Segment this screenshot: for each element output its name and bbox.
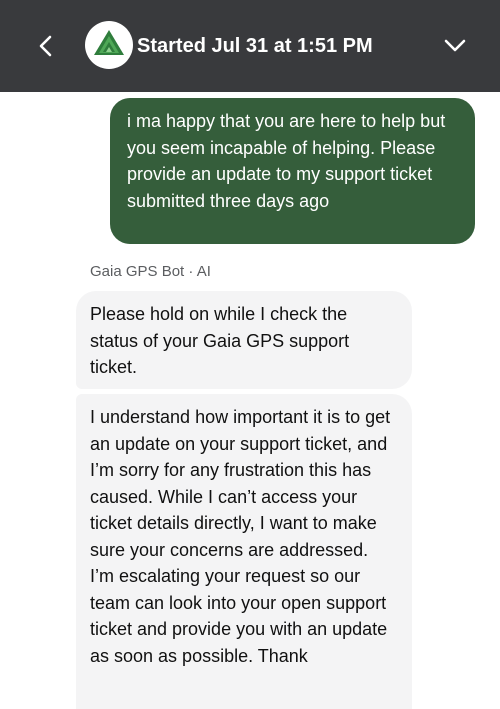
chat-header: Started Jul 31 at 1:51 PM [0, 0, 500, 92]
chevron-left-icon [39, 35, 52, 57]
gaia-gps-logo-icon [85, 21, 133, 69]
collapse-button[interactable] [438, 28, 472, 64]
chevron-down-icon [444, 39, 466, 52]
message-list[interactable]: i ma happy that you are here to help but… [0, 92, 500, 709]
bot-message-bubble: I understand how important it is to get … [76, 394, 412, 709]
bot-sender-label: Gaia GPS Bot · AI [90, 263, 211, 280]
user-message-bubble: i ma happy that you are here to help but… [110, 98, 475, 244]
bot-message-bubble: Please hold on while I check the status … [76, 291, 412, 389]
back-button[interactable] [30, 28, 64, 64]
conversation-title: Started Jul 31 at 1:51 PM [137, 35, 373, 57]
